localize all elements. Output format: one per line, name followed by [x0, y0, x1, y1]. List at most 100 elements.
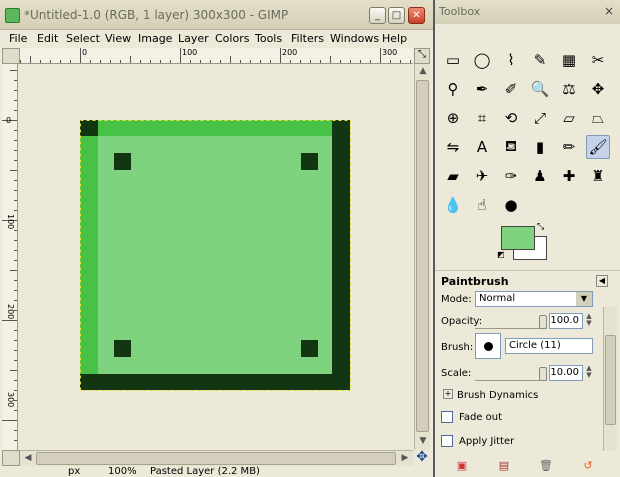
delete-options-icon[interactable]: 🗑	[539, 459, 553, 473]
brush-name[interactable]: Circle (11)	[505, 338, 593, 354]
fg-bg-colors[interactable]: ◩ ⤡	[497, 222, 557, 264]
crop-icon[interactable]: ⌗	[470, 106, 494, 130]
ink-icon[interactable]: ✑	[499, 164, 523, 188]
scroll-left-icon[interactable]: ◀	[20, 451, 36, 467]
perspective-icon[interactable]: ⏢	[586, 106, 610, 130]
scissors-icon[interactable]: ✂	[586, 48, 610, 72]
toolbox-titlebar[interactable]: Toolbox ×	[435, 0, 620, 24]
unit-selector[interactable]: px	[68, 466, 80, 477]
vertical-ruler: 0 100 200 300	[2, 64, 18, 450]
scroll-up-icon[interactable]: ▲	[415, 64, 431, 80]
menu-view[interactable]: View	[105, 32, 131, 45]
hruler-label-200: 200	[282, 48, 298, 57]
opacity-spinner-icon[interactable]: ▲ ▼	[584, 313, 594, 329]
pencil-icon[interactable]: ✏	[557, 135, 581, 159]
shear-icon[interactable]: ▱	[557, 106, 581, 130]
opacity-slider[interactable]	[475, 313, 547, 329]
horizontal-ruler: 0 100 200 300	[20, 48, 413, 64]
fade-out-checkbox[interactable]	[441, 411, 453, 423]
opacity-value[interactable]: 100.0	[549, 313, 583, 329]
dodge-burn-icon[interactable]: ●	[499, 193, 523, 217]
close-button[interactable]: ✕	[408, 7, 425, 24]
color-picker-icon[interactable]: ✐	[499, 77, 523, 101]
image-window-titlebar[interactable]: *Untitled-1.0 (RGB, 1 layer) 300x300 - G…	[0, 0, 433, 30]
smudge-icon[interactable]: ☝	[470, 193, 494, 217]
menu-windows[interactable]: Windows	[330, 32, 379, 45]
menu-image[interactable]: Image	[138, 32, 172, 45]
ruler-corner-icon[interactable]	[2, 48, 20, 64]
scale-slider[interactable]	[475, 365, 547, 381]
scale-icon[interactable]: ⤢	[528, 106, 552, 130]
blur-icon[interactable]: 💧	[441, 193, 465, 217]
canvas-area[interactable]	[20, 64, 413, 450]
text-icon[interactable]: A	[470, 135, 494, 159]
free-select-icon[interactable]: ⌇	[499, 48, 523, 72]
menu-tools[interactable]: Tools	[255, 32, 282, 45]
heal-icon[interactable]: ✚	[557, 164, 581, 188]
perspective-clone-icon[interactable]: ♜	[586, 164, 610, 188]
zoom-toggle-button[interactable]: ⤡	[414, 48, 430, 64]
menu-colors[interactable]: Colors	[215, 32, 249, 45]
clone-icon[interactable]: ♟	[528, 164, 552, 188]
swap-colors-icon[interactable]: ⤡	[537, 222, 544, 232]
rect-select-icon[interactable]: ▭	[441, 48, 465, 72]
options-menu-icon[interactable]: ◀	[596, 275, 608, 287]
dot-bottom-right	[301, 340, 318, 357]
chevron-down-icon[interactable]: ▼	[576, 292, 592, 306]
quick-mask-icon[interactable]	[2, 450, 20, 466]
flip-icon[interactable]: ⇋	[441, 135, 465, 159]
bucket-fill-icon[interactable]: ⛾	[499, 135, 523, 159]
brush-preview[interactable]	[475, 333, 501, 359]
menu-help[interactable]: Help	[382, 32, 407, 45]
align-icon[interactable]: ⊕	[441, 106, 465, 130]
airbrush-icon[interactable]: ✈	[470, 164, 494, 188]
maximize-button[interactable]: □	[388, 7, 405, 24]
scale-spinner-icon[interactable]: ▲ ▼	[584, 365, 594, 381]
horizontal-scrollbar[interactable]: ◀ ▶	[20, 450, 413, 466]
menu-filters[interactable]: Filters	[291, 32, 324, 45]
blend-icon[interactable]: ▮	[528, 135, 552, 159]
save-options-icon[interactable]: ▣	[455, 459, 469, 473]
paintbrush-icon[interactable]: 🖌	[586, 135, 610, 159]
image-canvas[interactable]	[20, 64, 413, 450]
brush-dynamics-expander[interactable]: Brush Dynamics	[457, 390, 538, 401]
options-scroll-thumb[interactable]	[605, 335, 616, 425]
foreground-color-swatch[interactable]	[501, 226, 535, 250]
minimize-button[interactable]: _	[369, 7, 386, 24]
default-colors-icon[interactable]: ◩	[497, 250, 505, 259]
apply-jitter-label: Apply Jitter	[459, 436, 515, 447]
ellipse-select-icon[interactable]: ◯	[470, 48, 494, 72]
expand-icon[interactable]: +	[443, 389, 453, 399]
menu-select[interactable]: Select	[66, 32, 100, 45]
reset-options-icon[interactable]: ↺	[581, 459, 595, 473]
scale-value[interactable]: 10.00	[549, 365, 583, 381]
foreground-select-icon[interactable]: ⚲	[441, 77, 465, 101]
measure-icon[interactable]: ⚖	[557, 77, 581, 101]
corner-dark	[80, 120, 98, 136]
restore-options-icon[interactable]: ▤	[497, 459, 511, 473]
move-icon[interactable]: ✥	[586, 77, 610, 101]
toolbox-close-icon[interactable]: ×	[604, 4, 614, 18]
vertical-scroll-thumb[interactable]	[416, 80, 429, 432]
navigate-icon[interactable]: ✥	[414, 450, 430, 466]
options-scrollbar[interactable]	[603, 307, 617, 451]
apply-jitter-checkbox[interactable]	[441, 435, 453, 447]
mode-select[interactable]: Normal ▼	[475, 291, 593, 307]
rotate-icon[interactable]: ⟲	[499, 106, 523, 130]
scroll-right-icon[interactable]: ▶	[397, 451, 413, 467]
menu-edit[interactable]: Edit	[37, 32, 58, 45]
menu-file[interactable]: File	[9, 32, 27, 45]
horizontal-scroll-thumb[interactable]	[36, 452, 396, 465]
scale-slider-knob[interactable]	[539, 367, 547, 381]
vertical-scrollbar[interactable]: ▲ ▼	[414, 64, 430, 450]
scroll-down-icon[interactable]: ▼	[415, 434, 431, 450]
zoom-icon[interactable]: 🔍	[528, 77, 552, 101]
opacity-slider-knob[interactable]	[539, 315, 547, 329]
eraser-icon[interactable]: ▰	[441, 164, 465, 188]
color-select-icon[interactable]: ▦	[557, 48, 581, 72]
menu-layer[interactable]: Layer	[178, 32, 209, 45]
window-title: *Untitled-1.0 (RGB, 1 layer) 300x300 - G…	[24, 8, 289, 22]
zoom-selector[interactable]: 100%	[108, 466, 137, 477]
fuzzy-select-icon[interactable]: ✎	[528, 48, 552, 72]
paths-icon[interactable]: ✒	[470, 77, 494, 101]
